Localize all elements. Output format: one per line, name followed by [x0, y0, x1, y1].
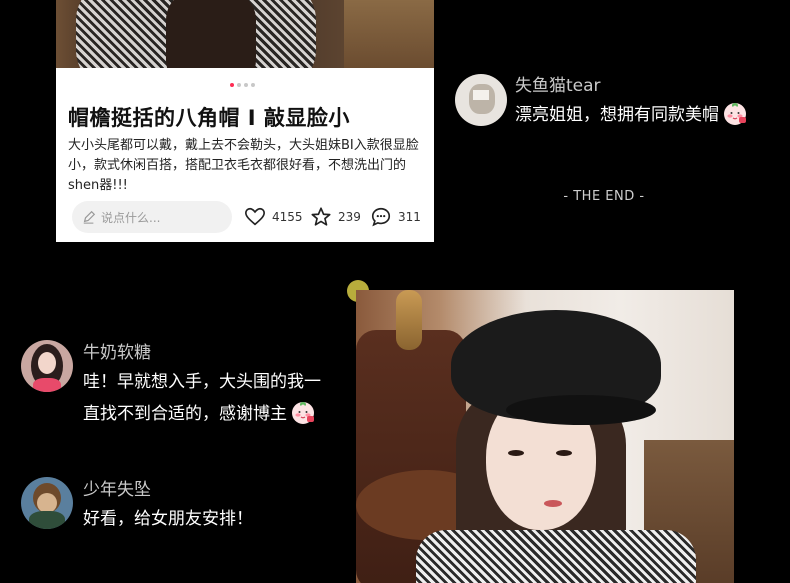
post-body: 大小头尾都可以戴，戴上去不会勒头，大头姐妹BI入款很显脸小，款式休闲百搭，搭配卫…	[68, 138, 419, 193]
avatar-face	[38, 352, 56, 374]
heart-icon	[245, 207, 265, 226]
comment-text-line: 直找不到合适的，感谢博主	[83, 397, 317, 431]
avatar[interactable]	[21, 477, 73, 529]
avatar-outfit	[33, 378, 61, 392]
carousel-dot[interactable]	[251, 83, 255, 87]
carousel-dot[interactable]	[237, 83, 241, 87]
the-end-label: - THE END -	[563, 189, 645, 204]
photo-lip	[544, 500, 562, 507]
comment-text-content: 直找不到合适的，感谢博主	[83, 404, 287, 424]
like-count: 4155	[272, 210, 303, 224]
post-actions: 说点什么... 4155 239 311	[72, 200, 422, 234]
photo-eye	[556, 450, 572, 456]
comment-placeholder: 说点什么...	[101, 210, 161, 225]
comment-button[interactable]: 311	[370, 206, 421, 228]
comment-text: 好看，给女朋友安排！	[83, 509, 253, 529]
chat-bubble-icon	[371, 207, 391, 227]
photo-hat-brim	[506, 395, 656, 425]
avatar-cat-detail	[473, 90, 489, 100]
avatar[interactable]	[455, 74, 507, 126]
comment-text: 漂亮姐姐，想拥有同款美帽	[515, 98, 749, 132]
post-photo[interactable]	[56, 0, 434, 68]
carousel-dot[interactable]	[244, 83, 248, 87]
photo-lamp	[396, 290, 422, 350]
star-icon	[311, 207, 331, 226]
post-title: 帽檐挺括的八角帽 I 敲显脸小	[68, 106, 350, 130]
comment-text-content: 漂亮姐姐，想拥有同款美帽	[515, 105, 719, 125]
product-photo[interactable]	[356, 290, 734, 583]
avatar-face	[37, 493, 57, 513]
photo-coat	[416, 530, 696, 583]
comment-username[interactable]: 牛奶软糖	[83, 338, 151, 363]
photo-shelf	[344, 0, 434, 68]
comment-username[interactable]: 失鱼猫tear	[515, 71, 601, 96]
photo-hair	[166, 0, 256, 68]
carousel-dot-active[interactable]	[230, 83, 234, 87]
favorite-button[interactable]: 239	[310, 206, 361, 228]
comment-username[interactable]: 少年失坠	[83, 475, 151, 500]
avatar-outfit	[29, 511, 65, 529]
favorite-count: 239	[338, 210, 361, 224]
pen-icon	[83, 210, 96, 224]
comment-count: 311	[398, 210, 421, 224]
avatar[interactable]	[21, 340, 73, 392]
like-button[interactable]: 4155	[244, 206, 303, 228]
shy-peach-emoji-icon	[724, 103, 746, 125]
comment-text-line: 哇！早就想入手，大头围的我一	[83, 372, 321, 392]
post-card[interactable]: 帽檐挺括的八角帽 I 敲显脸小 大小头尾都可以戴，戴上去不会勒头，大头姐妹BI入…	[56, 0, 434, 242]
comment-input[interactable]: 说点什么...	[72, 201, 232, 233]
shy-peach-emoji-icon	[292, 402, 314, 424]
carousel-dots[interactable]	[230, 83, 255, 87]
photo-eye	[508, 450, 524, 456]
